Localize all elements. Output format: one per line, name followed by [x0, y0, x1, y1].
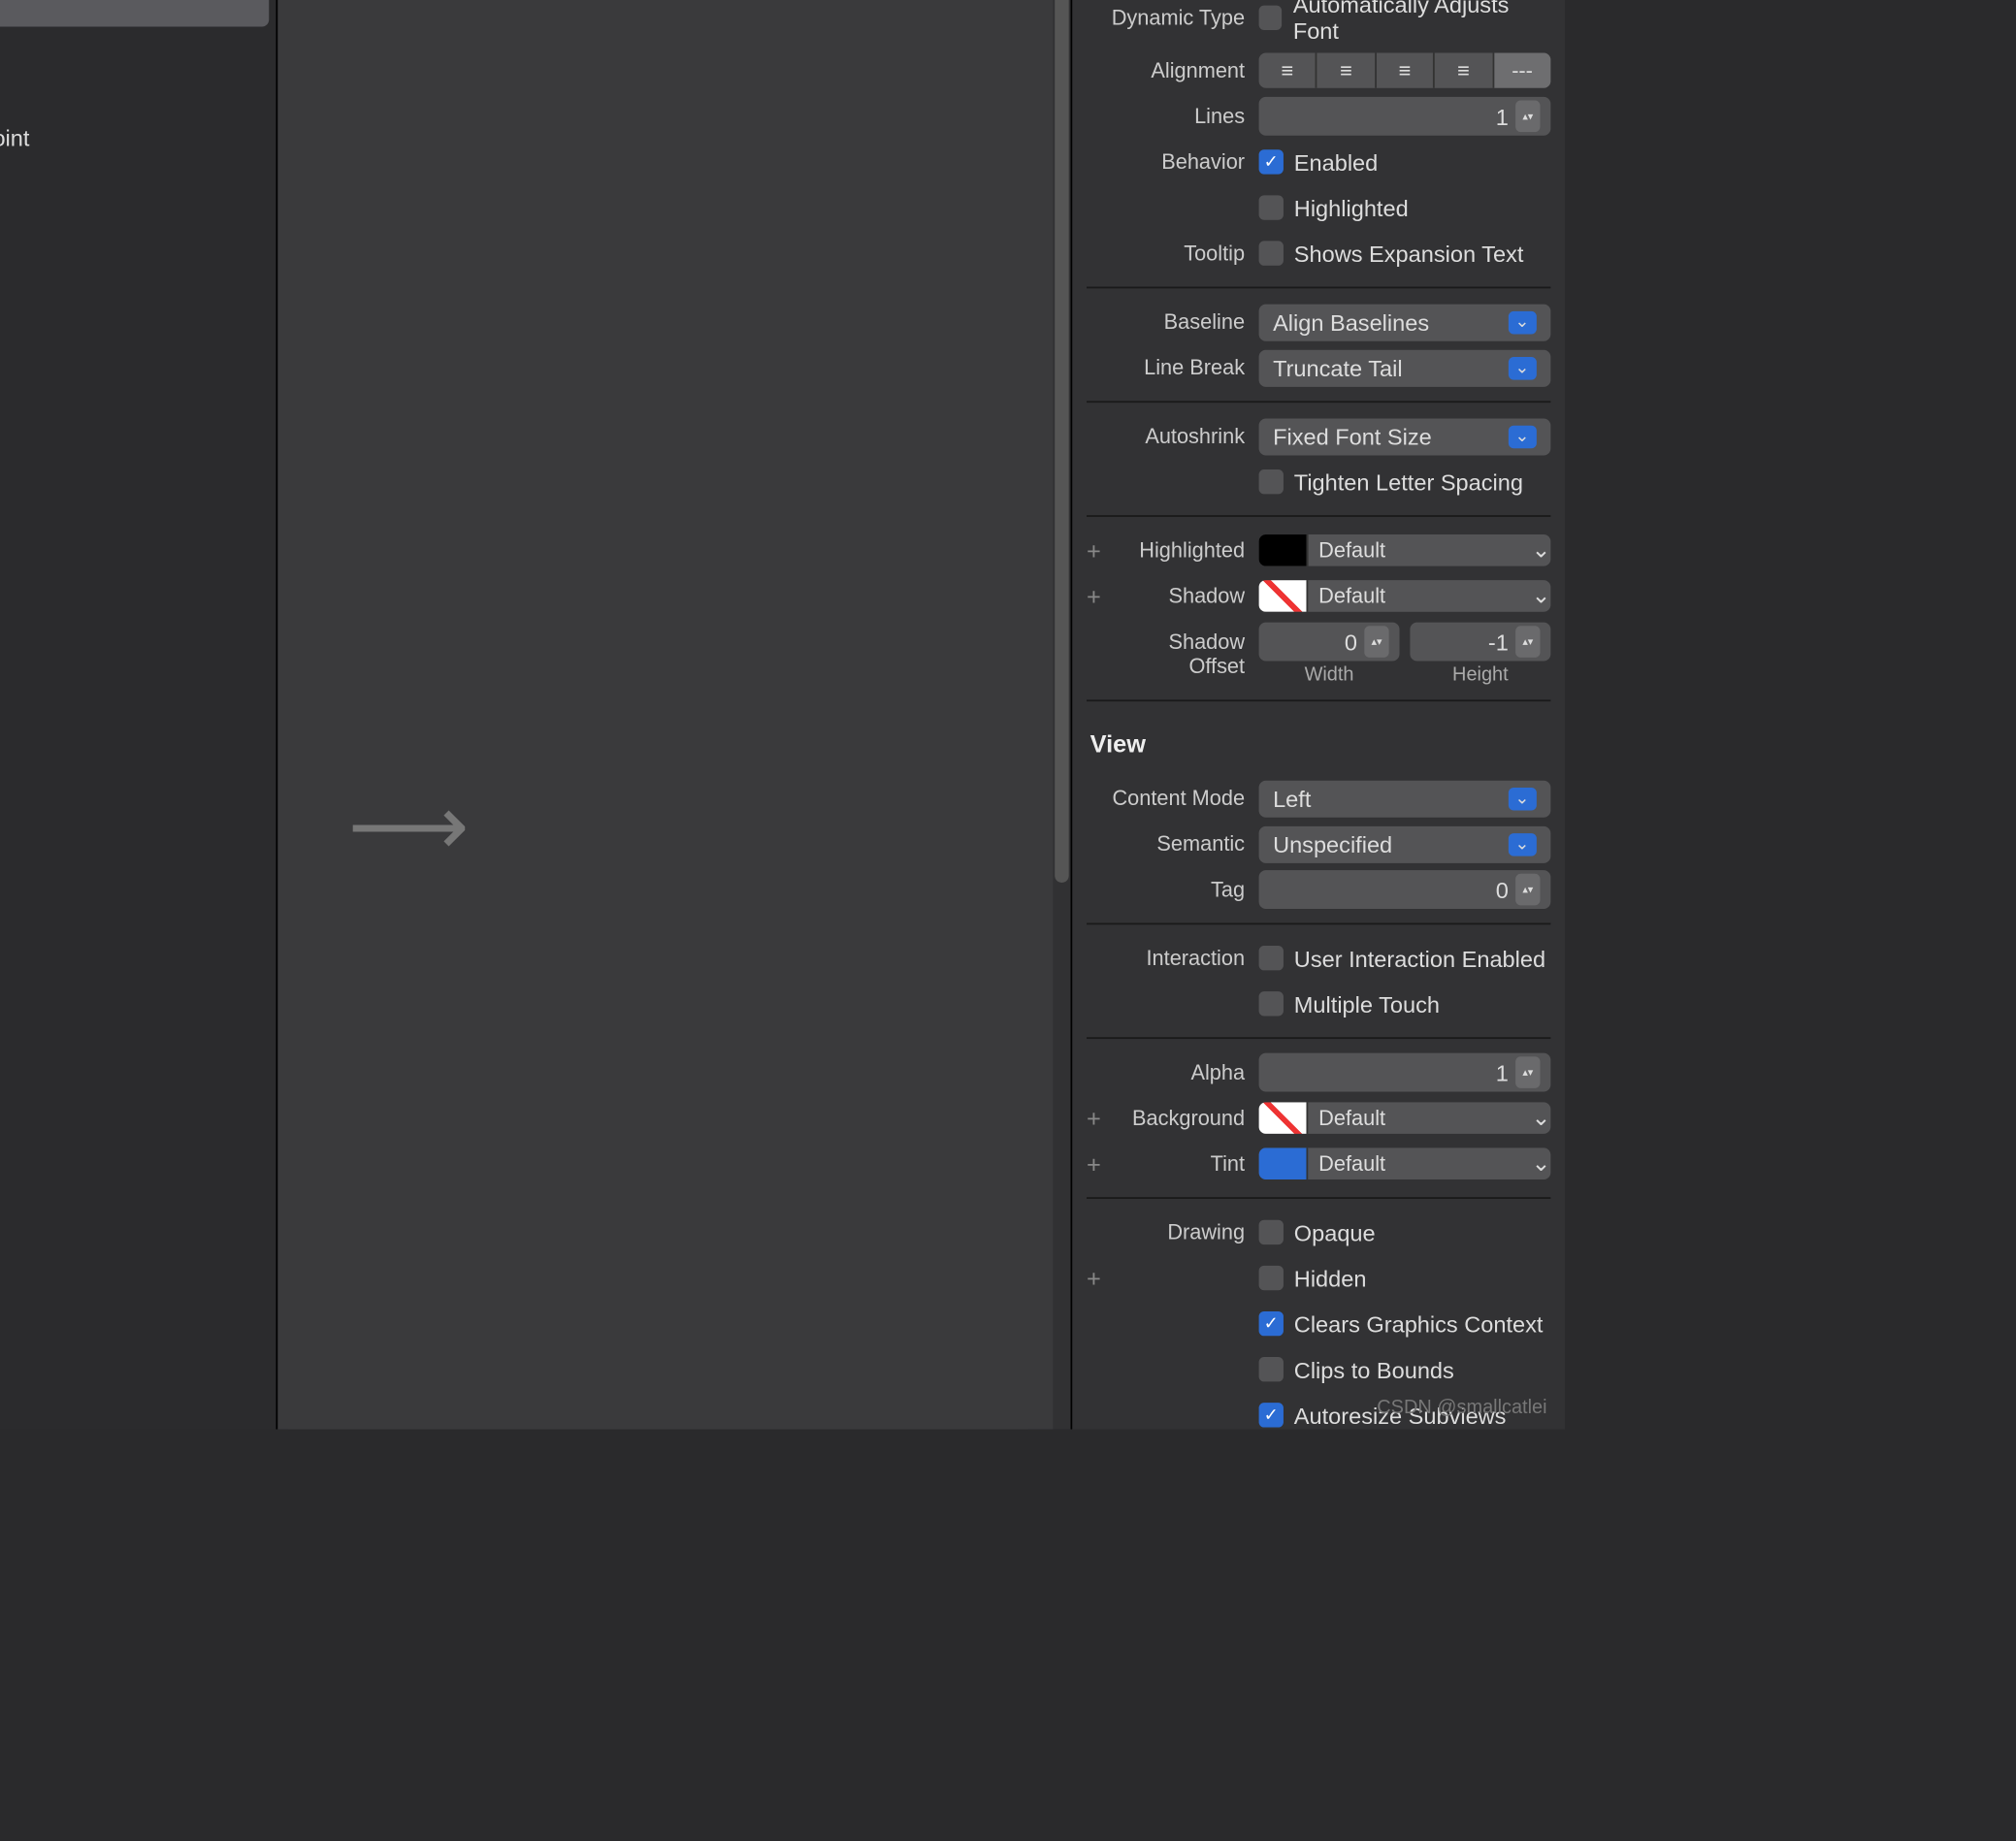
- clears-context-checkbox[interactable]: ✓Clears Graphics Context: [1258, 1310, 1550, 1337]
- section-view: View: [1087, 716, 1550, 772]
- clips-bounds-checkbox[interactable]: Clips to Bounds: [1258, 1356, 1550, 1382]
- scrollbar[interactable]: [1053, 0, 1070, 1429]
- add-variation-button[interactable]: +: [1087, 1149, 1108, 1178]
- background-color-well[interactable]: Default⌄: [1258, 1102, 1550, 1134]
- prop-label: Alpha: [1108, 1060, 1259, 1084]
- tighten-checkbox[interactable]: Tighten Letter Spacing: [1258, 468, 1550, 495]
- ib-canvas[interactable]: ⟶ Label: [277, 0, 1070, 1429]
- alpha-stepper[interactable]: 1▴▾: [1258, 1053, 1550, 1092]
- prop-label: Tooltip: [1108, 242, 1259, 266]
- align-justify-icon: ≡: [1435, 53, 1494, 88]
- prop-label: Shadow: [1108, 584, 1259, 608]
- semantic-popup[interactable]: Unspecified⌄: [1258, 825, 1550, 862]
- editor-area: 〈 〉 ✶ LaunchScreen.storyboard (Base) Tes…: [0, 0, 1072, 1429]
- multitouch-checkbox[interactable]: Multiple Touch: [1258, 990, 1550, 1017]
- dynamic-type-checkbox[interactable]: Automatically Adjusts Font: [1258, 0, 1550, 45]
- outline-label-item[interactable]: L Label: [0, 0, 269, 27]
- prop-label: Drawing: [1108, 1220, 1259, 1244]
- lines-stepper[interactable]: 1▴▾: [1258, 97, 1550, 136]
- prop-label: Shadow Offset: [1108, 630, 1259, 679]
- highlighted-color-well[interactable]: Default⌄: [1258, 534, 1550, 566]
- document-outline: ▾ View Controller Scene ➜ ▾ View Control…: [0, 0, 277, 1429]
- enabled-checkbox[interactable]: ✓Enabled: [1258, 148, 1550, 175]
- align-center-icon: ≡: [1317, 53, 1377, 88]
- prop-label: Behavior: [1108, 149, 1259, 174]
- hidden-checkbox[interactable]: Hidden: [1258, 1265, 1550, 1291]
- baseline-popup[interactable]: Align Baselines⌄: [1258, 304, 1550, 340]
- prop-label: Content Mode: [1108, 786, 1259, 810]
- outline-firstresponder[interactable]: 1 First Responder: [0, 28, 269, 70]
- user-interaction-checkbox[interactable]: User Interaction Enabled: [1258, 945, 1550, 971]
- add-variation-button[interactable]: +: [1087, 1104, 1108, 1132]
- prop-label: Tag: [1108, 878, 1259, 902]
- tint-color-well[interactable]: Default⌄: [1258, 1148, 1550, 1180]
- linebreak-popup[interactable]: Truncate Tail⌄: [1258, 349, 1550, 386]
- shadow-color-well[interactable]: Default⌄: [1258, 580, 1550, 612]
- prop-label: Dynamic Type: [1108, 6, 1259, 30]
- tag-stepper[interactable]: 0▴▾: [1258, 870, 1550, 909]
- align-left-icon: ≡: [1258, 53, 1317, 88]
- inspector-panel: ? Label Text Plain⌄ Label +Color Default…: [1072, 0, 1564, 1429]
- prop-label: Tint: [1108, 1151, 1259, 1176]
- prop-label: Alignment: [1108, 58, 1259, 82]
- prop-label: Background: [1108, 1106, 1259, 1130]
- prop-label: Highlighted: [1108, 538, 1259, 563]
- watermark: CSDN @smallcatlei: [1377, 1398, 1546, 1419]
- add-variation-button[interactable]: +: [1087, 582, 1108, 610]
- add-variation-button[interactable]: +: [1087, 1264, 1108, 1292]
- prop-label: Lines: [1108, 104, 1259, 128]
- align-right-icon: ≡: [1376, 53, 1435, 88]
- outline-label: Storyboard Entry Point: [0, 124, 29, 150]
- add-variation-button[interactable]: +: [1087, 536, 1108, 565]
- prop-label: Autoshrink: [1108, 424, 1259, 448]
- align-natural-icon: ---: [1494, 53, 1551, 88]
- entry-arrow-icon: ⟶: [348, 777, 470, 875]
- shadow-width-stepper[interactable]: 0▴▾: [1258, 623, 1399, 662]
- autoshrink-popup[interactable]: Fixed Font Size⌄: [1258, 418, 1550, 455]
- opaque-checkbox[interactable]: Opaque: [1258, 1219, 1550, 1245]
- prop-label: Baseline: [1108, 309, 1259, 334]
- outline-exit[interactable]: ⎘ Exit: [0, 73, 269, 114]
- shadow-height-stepper[interactable]: -1▴▾: [1410, 623, 1550, 662]
- alignment-segmented[interactable]: ≡≡≡≡---: [1258, 53, 1550, 88]
- contentmode-popup[interactable]: Left⌄: [1258, 780, 1550, 817]
- tooltip-checkbox[interactable]: Shows Expansion Text: [1258, 241, 1550, 267]
- prop-label: Semantic: [1108, 831, 1259, 856]
- prop-label: Line Break: [1108, 355, 1259, 379]
- highlighted-checkbox[interactable]: Highlighted: [1258, 195, 1550, 221]
- prop-label: Interaction: [1108, 946, 1259, 970]
- outline-entrypoint[interactable]: → Storyboard Entry Point: [0, 116, 269, 158]
